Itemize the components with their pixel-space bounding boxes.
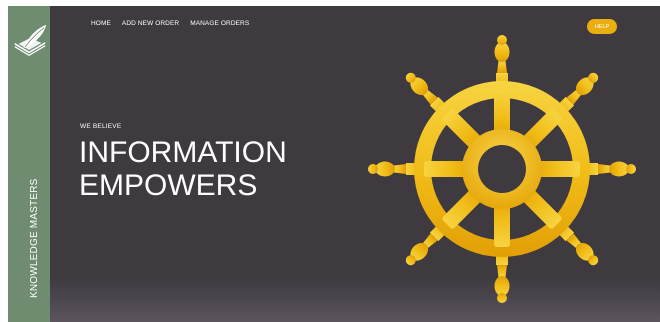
hero-headline: INFORMATION EMPOWERS (79, 136, 287, 202)
hero-section: HOME ADD NEW ORDER MANAGE ORDERS HELP WE… (50, 6, 660, 322)
nav-add-new-order[interactable]: ADD NEW ORDER (122, 20, 179, 27)
hero-tagline: WE BELIEVE (80, 123, 122, 130)
sidebar: KNOWLEDGE MASTERS (8, 6, 50, 322)
nav-manage-orders[interactable]: MANAGE ORDERS (190, 20, 249, 27)
headline-line-2: EMPOWERS (79, 169, 258, 202)
brand-name: KNOWLEDGE MASTERS (29, 178, 40, 298)
ship-wheel-icon (368, 35, 636, 303)
headline-line-1: INFORMATION (79, 136, 287, 169)
top-nav: HOME ADD NEW ORDER MANAGE ORDERS (91, 20, 249, 27)
nav-home[interactable]: HOME (91, 20, 111, 27)
book-quill-icon[interactable] (11, 22, 49, 60)
page-frame: KNOWLEDGE MASTERS HOME ADD NEW ORDER MAN… (8, 6, 660, 322)
